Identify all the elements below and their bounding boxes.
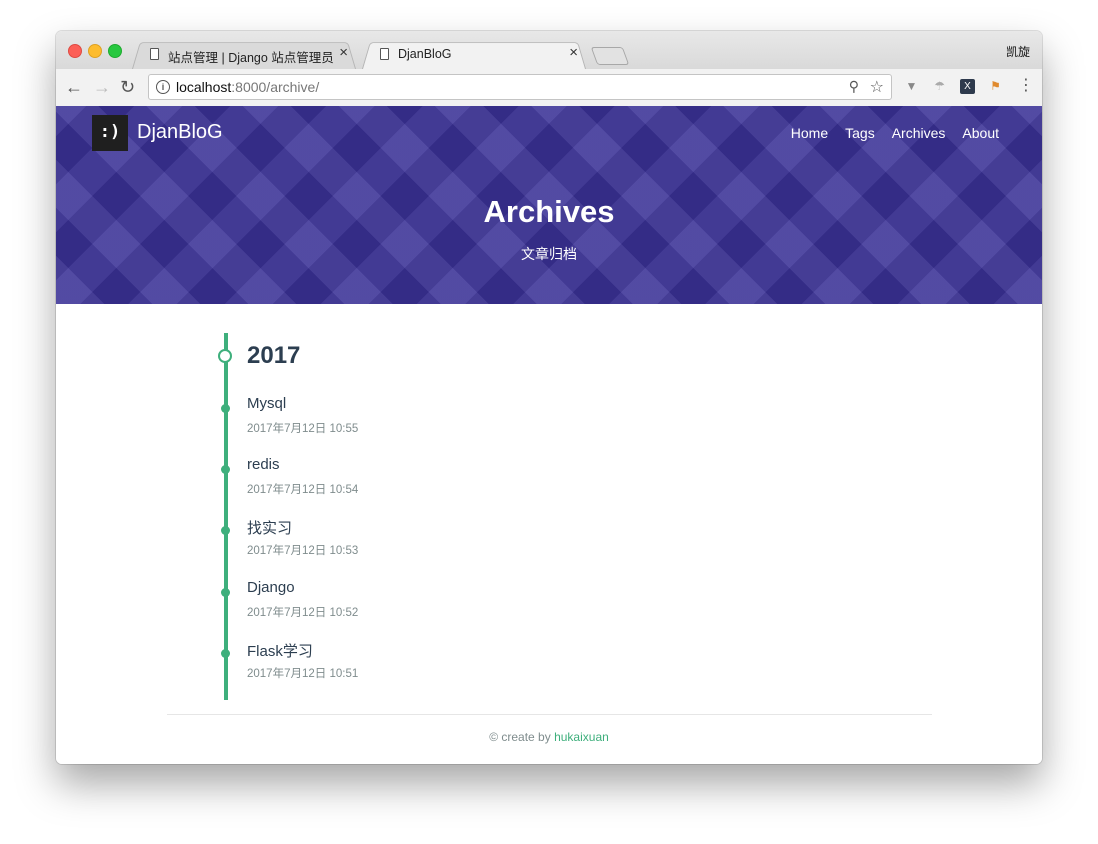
archive-item: Flask学习 2017年7月12日 10:51	[56, 640, 1042, 690]
post-date: 2017年7月12日 10:55	[247, 423, 359, 435]
site-nav: Home Tags Archives About	[791, 125, 999, 141]
tab-title: 站点管理 | Django 站点管理员	[168, 51, 334, 65]
url-path: :8000/archive/	[231, 79, 320, 95]
minimize-window-button[interactable]	[88, 44, 102, 58]
post-date: 2017年7月12日 10:54	[247, 484, 359, 496]
timeline-dot-icon	[221, 465, 230, 474]
profile-name[interactable]: 凯旋	[1006, 43, 1030, 60]
url-text[interactable]: localhost:8000/archive/	[176, 79, 319, 95]
site-brand[interactable]: DjanBloG	[137, 121, 223, 144]
post-title-link[interactable]: Flask学习	[247, 640, 313, 661]
archive-item: Mysql 2017年7月12日 10:55	[56, 395, 1042, 445]
reload-icon[interactable]: ↻	[120, 77, 135, 97]
archive-item: 找实习 2017年7月12日 10:53	[56, 517, 1042, 567]
zoom-window-button[interactable]	[108, 44, 122, 58]
address-bar[interactable]: i localhost:8000/archive/ ⚲ ☆	[148, 74, 892, 100]
vue-devtools-icon[interactable]: ▼	[904, 79, 919, 94]
hero-banner: :) DjanBloG Home Tags Archives About Arc…	[56, 106, 1042, 304]
page-icon	[150, 48, 159, 60]
post-date: 2017年7月12日 10:51	[247, 668, 359, 680]
post-title-link[interactable]: redis	[247, 456, 280, 473]
nav-about[interactable]: About	[962, 125, 999, 141]
bookmark-star-icon[interactable]: ☆	[870, 77, 884, 97]
nav-archives[interactable]: Archives	[892, 125, 946, 141]
close-window-button[interactable]	[68, 44, 82, 58]
page-title: Archives	[483, 194, 615, 229]
footer: © create by hukaixuan	[56, 730, 1042, 744]
footer-divider	[167, 714, 932, 715]
extension-x-icon[interactable]: X	[960, 79, 975, 94]
forward-arrow-icon[interactable]: →	[93, 77, 111, 97]
post-title-link[interactable]: Django	[247, 579, 295, 596]
tab-close-button[interactable]: ×	[569, 44, 578, 61]
site-logo[interactable]: :)	[92, 115, 128, 151]
tab-strip: 站点管理 | Django 站点管理员 × DjanBloG × 凯旋	[56, 31, 1042, 69]
timeline-dot-icon	[221, 649, 230, 658]
tab-title: DjanBloG	[398, 47, 452, 61]
back-arrow-icon[interactable]: ←	[65, 77, 83, 97]
nav-home[interactable]: Home	[791, 125, 828, 141]
page-subtitle: 文章归档	[521, 246, 577, 262]
url-host: localhost	[176, 79, 232, 95]
timeline-dot-icon	[221, 588, 230, 597]
extension-flag-icon[interactable]: ⚑	[988, 79, 1003, 94]
new-tab-button[interactable]	[590, 47, 630, 65]
timeline-dot-icon	[221, 404, 230, 413]
browser-toolbar: ← → ↻ i localhost:8000/archive/ ⚲ ☆ ▼ ☂ …	[56, 69, 1042, 107]
tab-django-admin[interactable]: 站点管理 | Django 站点管理员 ×	[132, 40, 356, 69]
year-marker-icon	[218, 349, 232, 363]
zoom-icon[interactable]: ⚲	[849, 78, 859, 95]
page-content: :) DjanBloG Home Tags Archives About Arc…	[56, 106, 1042, 764]
archive-item: redis 2017年7月12日 10:54	[56, 456, 1042, 506]
post-title-link[interactable]: 找实习	[247, 517, 292, 538]
more-menu-icon[interactable]: ⋮	[1018, 77, 1034, 95]
timeline-dot-icon	[221, 526, 230, 535]
tab-djanblog[interactable]: DjanBloG ×	[362, 40, 586, 69]
page-icon	[380, 48, 389, 60]
archive-item: Django 2017年7月12日 10:52	[56, 579, 1042, 629]
post-title-link[interactable]: Mysql	[247, 395, 286, 412]
archive-year: 2017	[247, 342, 301, 369]
browser-window: 站点管理 | Django 站点管理员 × DjanBloG × 凯旋 ← → …	[56, 31, 1042, 764]
info-icon[interactable]: i	[156, 80, 170, 94]
nav-tags[interactable]: Tags	[845, 125, 875, 141]
tab-close-button[interactable]: ×	[339, 44, 348, 61]
footer-prefix: © create by	[489, 730, 551, 744]
extension-icon[interactable]: ☂	[932, 79, 947, 94]
post-date: 2017年7月12日 10:53	[247, 545, 359, 557]
post-date: 2017年7月12日 10:52	[247, 607, 359, 619]
footer-author-link[interactable]: hukaixuan	[554, 730, 609, 744]
